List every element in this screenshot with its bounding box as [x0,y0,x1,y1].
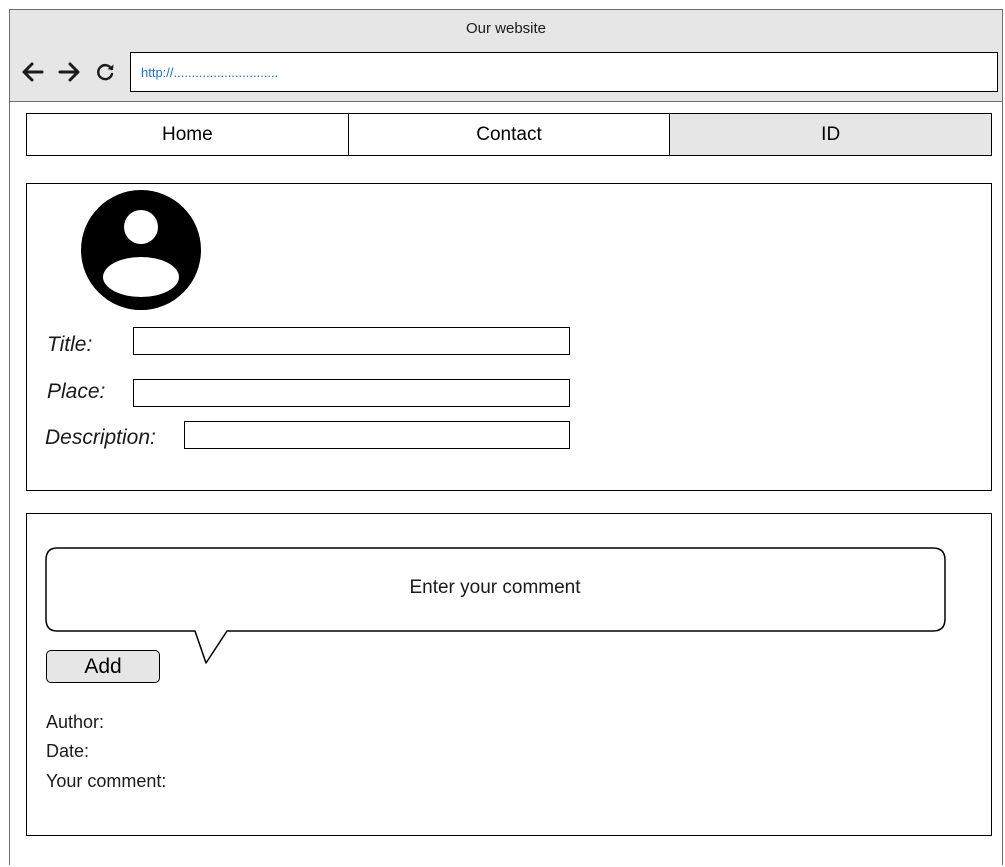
title-input[interactable] [133,327,570,355]
address-bar[interactable]: http://............................. [130,52,998,92]
description-label: Description: [45,426,156,449]
your-comment-label: Your comment: [46,771,167,791]
title-label: Title: [47,333,93,356]
nav-tabs: Home Contact ID [26,113,992,156]
date-label: Date: [46,741,90,761]
comment-input-bubble[interactable] [45,547,947,665]
add-comment-button[interactable]: Add [46,650,160,683]
tab-contact[interactable]: Contact [347,114,670,155]
tab-home[interactable]: Home [27,114,348,155]
window-title: Our website [465,20,547,37]
user-avatar-icon [80,189,202,316]
reload-icon[interactable] [92,59,118,85]
comment-placeholder: Enter your comment [409,577,581,598]
browser-window: Our website http://.....................… [9,9,1003,865]
back-arrow-icon[interactable] [20,59,46,85]
tab-id[interactable]: ID [669,114,992,155]
author-label: Author: [46,712,105,732]
description-input[interactable] [184,421,570,449]
profile-panel: Title: Place: Description: [26,183,992,491]
place-input[interactable] [133,379,570,407]
address-url: http://............................. [141,65,279,80]
browser-toolbar: Our website http://.....................… [10,10,1002,102]
forward-arrow-icon[interactable] [56,59,82,85]
place-label: Place: [47,380,106,403]
comment-panel: Enter your comment Add Author: Date: You… [26,513,992,836]
